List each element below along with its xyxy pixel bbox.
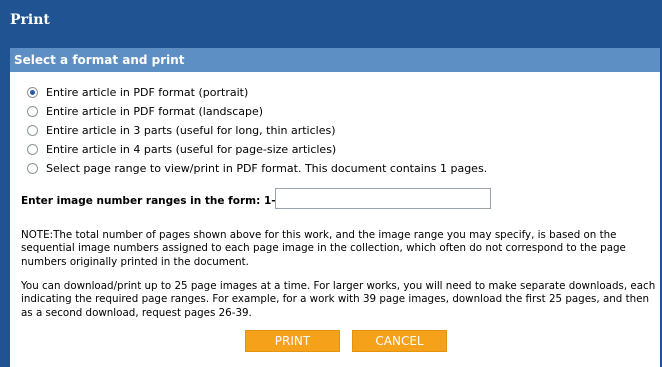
format-options: Entire article in PDF format (portrait) …	[27, 83, 487, 178]
option-pdf-portrait[interactable]: Entire article in PDF format (portrait)	[27, 83, 487, 102]
download-info-text: You can download/print up to 25 page ima…	[21, 280, 656, 319]
print-panel: Select a format and print Entire article…	[10, 48, 660, 367]
print-dialog: Print Select a format and print Entire a…	[0, 0, 662, 367]
option-three-parts[interactable]: Entire article in 3 parts (useful for lo…	[27, 121, 487, 140]
option-page-range[interactable]: Select page range to view/print in PDF f…	[27, 159, 487, 178]
dialog-title: Print	[10, 12, 50, 28]
option-label: Select page range to view/print in PDF f…	[46, 162, 488, 175]
range-label: Enter image number ranges in the form: 1…	[21, 195, 291, 207]
note-text: NOTE:The total number of pages shown abo…	[21, 229, 626, 268]
radio-button[interactable]	[27, 144, 38, 155]
radio-button[interactable]	[27, 87, 38, 98]
print-button[interactable]: PRINT	[245, 330, 340, 352]
radio-button[interactable]	[27, 106, 38, 117]
range-input[interactable]	[275, 188, 491, 209]
option-label: Entire article in 4 parts (useful for pa…	[46, 143, 337, 156]
cancel-button[interactable]: CANCEL	[352, 330, 447, 352]
option-label: Entire article in 3 parts (useful for lo…	[46, 124, 336, 137]
section-header: Select a format and print	[10, 48, 660, 72]
option-four-parts[interactable]: Entire article in 4 parts (useful for pa…	[27, 140, 487, 159]
option-label: Entire article in PDF format (portrait)	[46, 86, 249, 99]
radio-button[interactable]	[27, 163, 38, 174]
option-label: Entire article in PDF format (landscape)	[46, 105, 264, 118]
option-pdf-landscape[interactable]: Entire article in PDF format (landscape)	[27, 102, 487, 121]
radio-button[interactable]	[27, 125, 38, 136]
